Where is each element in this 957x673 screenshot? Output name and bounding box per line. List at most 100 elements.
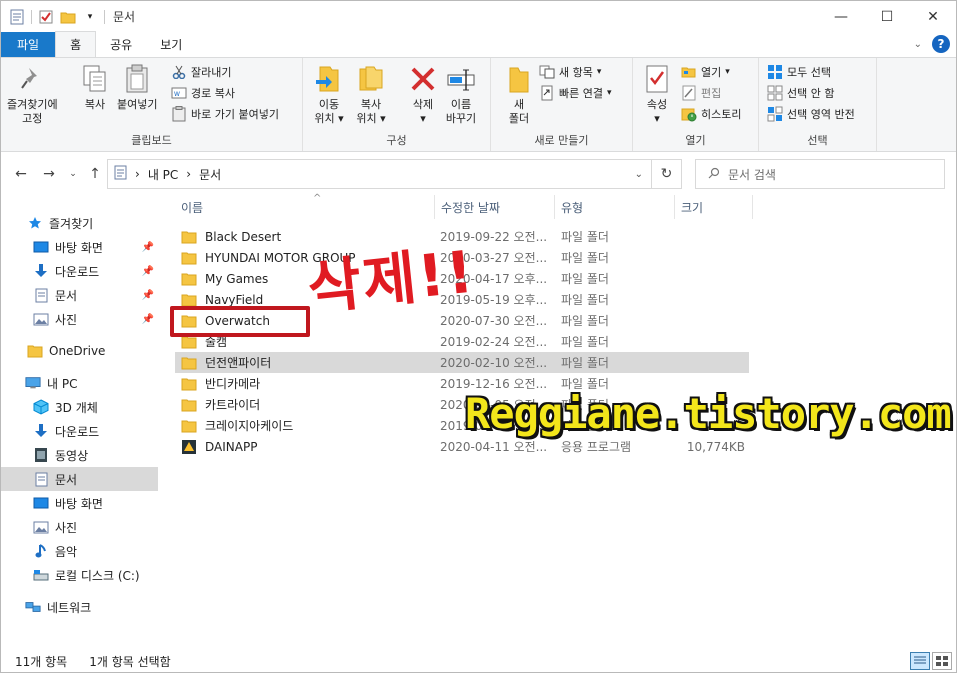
new-folder-icon[interactable] xyxy=(60,9,76,25)
paste-icon xyxy=(121,62,153,96)
close-button[interactable]: ✕ xyxy=(910,1,956,32)
music-icon xyxy=(33,543,49,559)
paste-shortcut-label: 바로 가기 붙여넣기 xyxy=(191,108,279,121)
nav-item-music[interactable]: 음악 xyxy=(1,539,158,563)
chevron-down-icon[interactable]: ⌄ xyxy=(914,39,922,50)
chevron-down-icon[interactable]: ▾ xyxy=(82,9,98,25)
delete-button[interactable]: 삭제 ▾ xyxy=(407,62,439,126)
new-item-button[interactable]: 새 항목 ▾ xyxy=(539,62,601,82)
column-header-type[interactable]: 유형 xyxy=(555,195,675,219)
nav-item-videos[interactable]: 동영상 xyxy=(1,443,158,467)
tab-share[interactable]: 공유 xyxy=(96,32,146,57)
breadcrumb-documents[interactable]: 문서 xyxy=(199,166,221,183)
copy-icon xyxy=(79,62,111,96)
nav-item-my-pc[interactable]: 내 PC xyxy=(1,371,158,395)
table-row[interactable]: 던전앤파이터 2020-02-10 오전... 파일 폴더 xyxy=(175,352,749,373)
properties-icon[interactable] xyxy=(9,9,25,25)
file-name: 던전앤파이터 xyxy=(205,356,272,370)
search-input[interactable]: 문서 검색 xyxy=(695,159,945,189)
file-type: 파일 폴더 xyxy=(561,314,609,328)
paste-button[interactable]: 붙여넣기 xyxy=(117,62,157,112)
column-header-size[interactable]: 크기 xyxy=(675,195,753,219)
paste-label: 붙여넣기 xyxy=(117,98,158,111)
column-header-name[interactable]: 이름 ^ xyxy=(175,193,435,219)
nav-item-documents-pinned[interactable]: 문서 📌 xyxy=(1,283,158,307)
forward-arrow-icon[interactable]: → xyxy=(39,164,59,184)
pin-icon[interactable]: 📌 xyxy=(142,314,154,325)
open-button[interactable]: 열기 ▾ xyxy=(681,62,730,82)
select-none-button[interactable]: 선택 안 함 xyxy=(767,83,834,103)
copy-to-button[interactable]: 복사 위치 ▾ xyxy=(355,62,387,126)
nav-label: 바탕 화면 xyxy=(55,496,103,511)
table-row[interactable]: DAINAPP 2020-04-11 오전... 응용 프로그램 10,774KB xyxy=(175,436,749,457)
pin-quick-access-button[interactable]: 즐겨찾기에 고정 xyxy=(7,62,58,126)
tab-file[interactable]: 파일 xyxy=(1,32,56,57)
history-button[interactable]: 히스토리 xyxy=(681,104,741,124)
column-header-name-label: 이름 xyxy=(181,200,204,215)
properties-button[interactable]: 속성 ▾ xyxy=(641,62,673,126)
refresh-icon[interactable]: ↻ xyxy=(652,159,682,189)
details-view-icon[interactable] xyxy=(910,652,930,670)
nav-label: OneDrive xyxy=(49,344,106,358)
overwatch-highlight-box xyxy=(170,306,310,337)
file-type: 파일 폴더 xyxy=(561,335,609,349)
nav-item-quick-access[interactable]: 즐겨찾기 xyxy=(1,211,158,235)
edit-icon xyxy=(681,85,697,101)
maximize-button[interactable]: ☐ xyxy=(864,1,910,32)
column-header-date[interactable]: 수정한 날짜 xyxy=(435,195,555,219)
nav-item-pictures-pinned[interactable]: 사진 📌 xyxy=(1,307,158,331)
nav-item-onedrive[interactable]: OneDrive xyxy=(1,339,158,363)
file-size xyxy=(673,310,745,331)
checklist-icon[interactable] xyxy=(38,9,54,25)
tab-home[interactable]: 홈 xyxy=(55,31,97,57)
back-arrow-icon[interactable]: ← xyxy=(11,164,31,184)
pin-label-line2: 고정 xyxy=(22,112,43,125)
tab-view[interactable]: 보기 xyxy=(146,32,196,57)
nav-item-desktop[interactable]: 바탕 화면 xyxy=(1,491,158,515)
invert-selection-label: 선택 영역 반전 xyxy=(787,108,855,121)
copy-button[interactable]: 복사 xyxy=(79,62,111,112)
easy-access-button[interactable]: 빠른 연결 ▾ xyxy=(539,83,612,103)
breadcrumb-separator: › xyxy=(135,167,140,181)
select-all-button[interactable]: 모두 선택 xyxy=(767,62,831,82)
rename-label-line2: 바꾸기 xyxy=(445,112,477,125)
nav-label: 문서 xyxy=(55,472,78,487)
new-folder-icon xyxy=(503,62,535,96)
network-icon xyxy=(25,599,41,615)
new-folder-button[interactable]: 새 폴더 xyxy=(503,62,535,126)
paste-shortcut-button[interactable]: 바로 가기 붙여넣기 xyxy=(171,104,279,124)
help-icon[interactable]: ? xyxy=(932,35,950,53)
up-arrow-icon[interactable]: ↑ xyxy=(85,164,105,184)
edit-label: 편집 xyxy=(701,87,722,100)
nav-item-downloads[interactable]: 다운로드 xyxy=(1,419,158,443)
move-to-button[interactable]: 이동 위치 ▾ xyxy=(313,62,345,126)
nav-item-downloads-pinned[interactable]: 다운로드 📌 xyxy=(1,259,158,283)
nav-item-pictures[interactable]: 사진 xyxy=(1,515,158,539)
nav-item-documents[interactable]: 문서 xyxy=(1,467,158,491)
pin-icon[interactable]: 📌 xyxy=(142,266,154,277)
download-icon xyxy=(33,263,49,279)
cut-button[interactable]: 잘라내기 xyxy=(171,62,231,82)
nav-item-desktop-pinned[interactable]: 바탕 화면 📌 xyxy=(1,235,158,259)
folder-icon xyxy=(181,419,197,433)
invert-selection-button[interactable]: 선택 영역 반전 xyxy=(767,104,855,124)
picture-icon xyxy=(33,311,49,327)
nav-item-local-disk[interactable]: 로컬 디스크 (C:) xyxy=(1,563,158,587)
copy-path-button[interactable]: W 경로 복사 xyxy=(171,83,235,103)
minimize-button[interactable]: — xyxy=(818,1,864,32)
edit-button[interactable]: 편집 xyxy=(681,83,721,103)
recent-locations-chevron-icon[interactable]: ⌄ xyxy=(63,164,83,184)
address-bar[interactable]: › 내 PC › 문서 ⌄ xyxy=(107,159,652,189)
large-icons-view-icon[interactable] xyxy=(932,652,952,670)
breadcrumb-my-pc[interactable]: 내 PC xyxy=(148,166,178,183)
nav-item-3d-objects[interactable]: 3D 개체 xyxy=(1,395,158,419)
address-dropdown-icon[interactable]: ⌄ xyxy=(635,169,643,180)
pin-label-line1: 즐겨찾기에 xyxy=(7,98,58,111)
pin-icon[interactable]: 📌 xyxy=(142,290,154,301)
open-group-label: 열기 xyxy=(685,134,706,147)
clipboard-group: 즐겨찾기에 고정 복사 붙여넣기 잘라내기 W 경로 복사 바로 가기 붙여넣기… xyxy=(1,58,303,151)
nav-item-network[interactable]: 네트워크 xyxy=(1,595,158,619)
rename-button[interactable]: 이름 바꾸기 xyxy=(445,62,477,126)
pin-icon[interactable]: 📌 xyxy=(142,242,154,253)
column-header-type-label: 유형 xyxy=(561,200,584,215)
